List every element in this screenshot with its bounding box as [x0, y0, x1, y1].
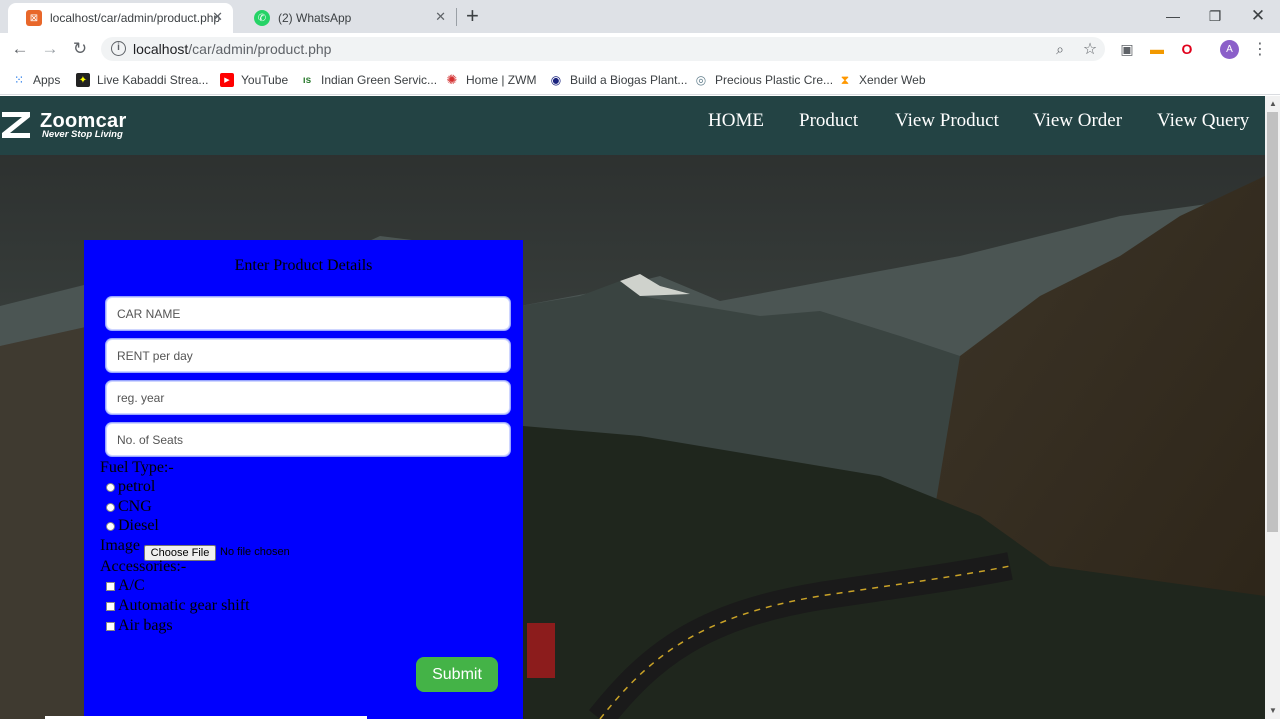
restore-icon[interactable]: ❐ [1192, 2, 1238, 30]
zoomcar-logo[interactable]: Zoomcar Never Stop Living [2, 110, 142, 144]
fuel-option-label: CNG [118, 498, 152, 515]
scrollbar-thumb[interactable] [1267, 112, 1278, 532]
bookmark-label: Precious Plastic Cre... [715, 73, 834, 87]
accessory-label: Air bags [118, 617, 173, 634]
red-car [527, 623, 555, 678]
tab-whatsapp[interactable]: ✆ (2) WhatsApp ✕ [236, 3, 456, 33]
igs-icon: ıs [302, 74, 312, 86]
product-form: Enter Product Details CAR NAME RENT per … [84, 240, 523, 719]
bookmark-youtube[interactable]: ▶ YouTube [220, 71, 288, 89]
scroll-down-icon[interactable]: ▼ [1269, 706, 1277, 715]
precious-plastic-icon: ◎ [695, 73, 707, 87]
reload-icon[interactable]: ↻ [68, 37, 92, 61]
zoom-icon[interactable]: ⌕ [1051, 40, 1069, 58]
rent-per-day-input[interactable]: RENT per day [106, 339, 510, 372]
image-label: Image [100, 537, 140, 554]
zoomcar-z-icon [2, 112, 30, 138]
menu-icon[interactable]: ⋮ [1251, 40, 1269, 58]
bookmarks-bar: ⁙ Apps ✦ Live Kabaddi Strea... ▶ YouTube ıs… [0, 66, 1280, 95]
nav-view-order[interactable]: View Order [1033, 110, 1122, 132]
site-info-icon[interactable]: i [111, 41, 126, 56]
biogas-icon: ◉ [550, 73, 562, 87]
browser-chrome: ⊠ localhost/car/admin/product.php ✕ ✆ (2… [0, 0, 1280, 96]
bookmark-apps[interactable]: ⁙ Apps [12, 71, 60, 89]
bookmark-zwm[interactable]: ✺ Home | ZWM [445, 71, 537, 89]
tab-strip: ⊠ localhost/car/admin/product.php ✕ ✆ (2… [0, 0, 1280, 33]
form-title: Enter Product Details [234, 257, 373, 274]
brand-tagline: Never Stop Living [42, 129, 123, 140]
address-bar[interactable]: i localhost/car/admin/product.php [101, 37, 1105, 61]
bookmark-label: Build a Biogas Plant... [570, 73, 688, 87]
tab-product-page[interactable]: ⊠ localhost/car/admin/product.php ✕ [8, 3, 233, 33]
car-name-input[interactable]: CAR NAME [106, 297, 510, 330]
xender-icon: ⧗ [840, 72, 850, 87]
minimize-icon[interactable]: — [1150, 2, 1196, 30]
back-icon[interactable]: ← [8, 37, 32, 61]
scroll-up-icon[interactable]: ▲ [1269, 99, 1277, 108]
tab-title: localhost/car/admin/product.php [50, 11, 221, 25]
bookmark-label: Live Kabaddi Strea... [97, 73, 209, 87]
submit-button[interactable]: Submit [416, 657, 498, 692]
reg-year-input[interactable]: reg. year [106, 381, 510, 414]
bookmark-label: Home | ZWM [466, 73, 537, 87]
fuel-option-label: petrol [118, 478, 156, 495]
bookmark-biogas[interactable]: ◉ Build a Biogas Plant... [549, 71, 688, 89]
apps-grid-icon: ⁙ [13, 73, 25, 87]
seats-input[interactable]: No. of Seats [106, 423, 510, 456]
bookmark-xender[interactable]: ⧗ Xender Web [838, 71, 926, 89]
url-host: localhost [133, 41, 189, 57]
avatar[interactable]: A [1220, 40, 1239, 59]
bookmark-label: Indian Green Servic... [321, 73, 438, 87]
zwm-icon: ✺ [446, 72, 458, 87]
nav-home[interactable]: HOME [708, 110, 764, 132]
close-tab-icon[interactable]: ✕ [212, 9, 223, 25]
accessory-label: A/C [118, 577, 145, 594]
fuel-type-label: Fuel Type:- [100, 459, 174, 476]
fuel-option-label: Diesel [118, 517, 159, 534]
extension-icon[interactable]: ▣ [1118, 40, 1136, 58]
opera-icon[interactable]: O [1178, 40, 1196, 58]
fuel-radio-cng[interactable] [106, 503, 115, 512]
page-viewport: Zoomcar Never Stop Living HOME Product V… [0, 96, 1265, 719]
nav-view-product[interactable]: View Product [895, 110, 999, 132]
accessory-checkbox-auto-gear[interactable] [106, 602, 115, 611]
accessory-checkbox-ac[interactable] [106, 582, 115, 591]
tab-divider [456, 8, 457, 26]
close-window-icon[interactable]: ✕ [1235, 2, 1280, 30]
new-tab-icon[interactable]: + [466, 3, 479, 29]
nav-view-query[interactable]: View Query [1157, 110, 1249, 132]
nav-product[interactable]: Product [799, 110, 858, 132]
bookmark-kabaddi[interactable]: ✦ Live Kabaddi Strea... [76, 71, 208, 89]
accessories-label: Accessories:- [100, 558, 187, 575]
fuel-radio-petrol[interactable] [106, 483, 115, 492]
bookmark-precious-plastic[interactable]: ◎ Precious Plastic Cre... [694, 71, 833, 89]
whatsapp-favicon-icon: ✆ [254, 10, 270, 26]
kabaddi-icon: ✦ [76, 73, 90, 87]
extension-icon[interactable]: ▬ [1148, 40, 1166, 58]
fuel-radio-diesel[interactable] [106, 522, 115, 531]
accessory-label: Automatic gear shift [118, 597, 250, 614]
bookmark-label: Xender Web [859, 73, 926, 87]
no-file-text: No file chosen [220, 546, 290, 558]
bookmark-label: Apps [33, 73, 61, 87]
tab-title: (2) WhatsApp [278, 11, 352, 25]
bookmark-indian-green[interactable]: ıs Indian Green Servic... [300, 71, 437, 89]
youtube-icon: ▶ [220, 73, 234, 87]
forward-icon[interactable]: → [38, 37, 62, 61]
close-tab-icon[interactable]: ✕ [435, 9, 446, 25]
xampp-favicon-icon: ⊠ [26, 10, 42, 26]
bookmark-star-icon[interactable]: ☆ [1081, 40, 1099, 58]
accessory-checkbox-airbags[interactable] [106, 622, 115, 631]
bookmark-label: YouTube [241, 73, 289, 87]
site-navbar: Zoomcar Never Stop Living HOME Product V… [0, 96, 1265, 155]
url-path: /car/admin/product.php [188, 41, 332, 57]
